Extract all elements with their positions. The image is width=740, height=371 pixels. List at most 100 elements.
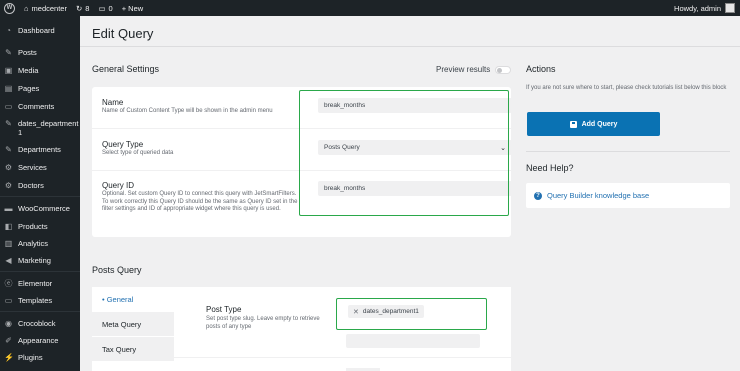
sidebar-item-dates-department[interactable]: ✎ dates_department 1	[0, 119, 78, 137]
sidebar-separator	[0, 196, 80, 197]
knowledge-base-link[interactable]: ? Query Builder knowledge base	[526, 183, 730, 208]
save-icon	[569, 120, 577, 128]
row-divider	[174, 357, 511, 358]
sidebar-item-doctors[interactable]: ⚙ Doctors	[0, 181, 80, 190]
sidebar-item-label: Templates	[18, 296, 53, 305]
comments-count: 0	[108, 3, 113, 13]
name-description: Name of Custom Content Type will be show…	[102, 108, 273, 114]
brush-icon: ✐	[5, 336, 12, 345]
sidebar-item-label: Plugins	[18, 353, 43, 362]
admin-bar: W ⌂ medcenter ↻ 8 ▭ 0 + New Howdy, admin	[0, 0, 740, 16]
chart-icon: ▥	[4, 239, 13, 248]
new-content-link[interactable]: + New	[122, 4, 143, 13]
greeting-text: Howdy, admin	[674, 3, 721, 13]
query-type-select[interactable]: Posts Query ⌄	[318, 140, 512, 155]
actions-divider	[526, 151, 730, 152]
comments-link[interactable]: ▭ 0	[98, 4, 112, 13]
sidebar-item-label: Dashboard	[18, 26, 55, 35]
page-title: Edit Query	[92, 26, 154, 41]
tab-general[interactable]: • General	[92, 287, 175, 312]
elementor-icon: ⓔ	[4, 279, 13, 288]
sidebar-item-label: WooCommerce	[18, 204, 70, 213]
wordpress-logo-icon[interactable]: W	[4, 2, 15, 14]
account-menu[interactable]: Howdy, admin	[674, 0, 735, 16]
sidebar-item-comments[interactable]: ▭ Comments	[0, 102, 80, 111]
query-type-label: Query Type	[102, 140, 144, 149]
toggle-switch[interactable]	[495, 65, 512, 74]
knowledge-base-label: Query Builder knowledge base	[547, 191, 650, 200]
sidebar-item-appearance[interactable]: ✐ Appearance	[0, 336, 80, 345]
sidebar-item-pages[interactable]: ▤ Pages	[0, 84, 80, 93]
sidebar-item-label: Departments	[18, 145, 61, 154]
tab-meta-query[interactable]: Meta Query	[92, 312, 175, 337]
posts-query-title: Posts Query	[92, 265, 142, 275]
sidebar-item-templates[interactable]: ▭ Templates	[0, 296, 80, 305]
sidebar-item-label: Analytics	[18, 239, 49, 248]
sidebar-item-label: Elementor	[18, 279, 53, 288]
sidebar-item-crocoblock[interactable]: ◉ Crocoblock	[0, 319, 80, 328]
comments-icon: ▭	[4, 102, 13, 111]
query-id-input[interactable]: break_months	[318, 181, 512, 196]
chevron-down-icon: ⌄	[500, 144, 506, 152]
box-icon: ◧	[4, 222, 13, 231]
woo-icon: ▬	[4, 204, 13, 213]
pages-icon: ▤	[4, 84, 13, 93]
sidebar-item-label: Appearance	[18, 336, 59, 345]
sidebar-item-label: Crocoblock	[18, 319, 56, 328]
plug-icon: ⚡	[4, 353, 14, 362]
preview-label: Preview results	[436, 65, 491, 74]
posts-query-tabs: • General Meta Query Tax Query	[92, 287, 175, 371]
pin-icon: ✎	[5, 48, 12, 57]
close-icon[interactable]: ✕	[353, 308, 359, 316]
post-type-description: Set post type slug. Leave empty to retri…	[206, 316, 320, 330]
add-query-label: Add Query	[581, 120, 618, 128]
sidebar-item-marketing[interactable]: ◀ Marketing	[0, 256, 80, 265]
sidebar-item-dashboard[interactable]: ◔ Dashboard	[0, 26, 80, 35]
site-name-label: medcenter	[31, 3, 67, 13]
folder-icon: ▭	[4, 296, 13, 305]
home-icon: ⌂	[24, 3, 29, 13]
preview-results-toggle[interactable]: Preview results	[436, 65, 512, 74]
sidebar-item-label: Marketing	[18, 256, 51, 265]
sidebar-item-posts[interactable]: ✎ Posts	[0, 48, 80, 57]
title-divider	[80, 46, 740, 47]
sidebar-item-analytics[interactable]: ▥ Analytics	[0, 239, 80, 248]
sidebar-item-plugins[interactable]: ⚡ Plugins	[0, 353, 80, 362]
main-content: Edit Query General Settings Preview resu…	[80, 16, 740, 371]
sidebar-item-woocommerce[interactable]: ▬ WooCommerce	[0, 204, 80, 213]
sidebar-item-media[interactable]: ▣ Media	[0, 66, 80, 75]
sidebar-item-departments[interactable]: ✎ Departments	[0, 145, 80, 154]
updates-count: 8	[85, 3, 90, 13]
gear-icon: ⚙	[4, 163, 13, 172]
name-input[interactable]: break_months	[318, 98, 512, 113]
sidebar-item-label: Services	[18, 163, 47, 172]
sidebar-item-label: dates_department 1	[18, 119, 79, 137]
croco-icon: ◉	[5, 319, 12, 328]
help-title: Need Help?	[526, 163, 574, 173]
post-type-chip[interactable]: ✕ dates_department1	[348, 305, 424, 318]
tab-tax-query[interactable]: Tax Query	[92, 337, 175, 362]
post-type-input[interactable]	[346, 334, 480, 348]
sidebar-item-services[interactable]: ⚙ Services	[0, 163, 80, 172]
sidebar-item-products[interactable]: ◧ Products	[0, 222, 80, 231]
megaphone-icon: ◀	[5, 256, 12, 265]
post-type-label: Post Type	[206, 305, 242, 314]
sidebar-item-label: Products	[18, 222, 48, 231]
sidebar-item-label: Posts	[18, 48, 37, 57]
general-settings-card: Name Name of Custom Content Type will be…	[92, 87, 512, 237]
actions-title: Actions	[526, 64, 556, 74]
add-query-button[interactable]: Add Query	[527, 112, 660, 136]
query-type-value: Posts Query	[324, 144, 360, 151]
avatar	[725, 3, 735, 13]
comment-icon: ▭	[98, 3, 106, 13]
updates-link[interactable]: ↻ 8	[76, 4, 89, 13]
sidebar-item-label: Comments	[18, 102, 55, 111]
name-label: Name	[102, 98, 124, 107]
sidebar-item-elementor[interactable]: ⓔ Elementor	[0, 279, 80, 288]
new-label: + New	[121, 3, 144, 13]
question-icon: ?	[534, 191, 542, 200]
site-name-link[interactable]: ⌂ medcenter	[24, 4, 67, 13]
name-row: Name Name of Custom Content Type will be…	[92, 87, 512, 129]
post-type-chip-label: dates_department1	[362, 308, 419, 315]
sidebar-item-label: Doctors	[18, 181, 44, 190]
